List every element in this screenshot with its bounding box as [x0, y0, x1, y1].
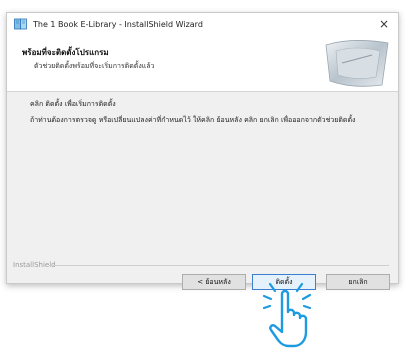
banner-subheading: ตัวช่วยติดตั้งพร้อมที่จะเริ่มการติดตั้งแ… [34, 62, 155, 70]
content-area: คลิก ติดตั้ง เพื่อเริ่มการติดตั้ง ถ้าท่า… [7, 91, 398, 241]
app-icon [14, 18, 27, 30]
header-banner: พร้อมที่จะติดตั้งโปรแกรม ตัวช่วยติดตั้งพ… [7, 35, 398, 92]
close-button[interactable]: × [370, 13, 398, 35]
instruction-text: คลิก ติดตั้ง เพื่อเริ่มการติดตั้ง [30, 100, 116, 108]
description-text: ถ้าท่านต้องการตรวจดู หรือเปลี่ยนแปลงค่าท… [30, 116, 356, 124]
banner-heading: พร้อมที่จะติดตั้งโปรแกรม [22, 48, 109, 57]
cancel-button[interactable]: ยกเลิก [326, 274, 390, 290]
back-button[interactable]: < ย้อนหลัง [182, 274, 246, 290]
footer-divider [49, 265, 389, 266]
title-bar: The 1 Book E-Library - InstallShield Wiz… [7, 13, 398, 36]
window-title: The 1 Book E-Library - InstallShield Wiz… [33, 19, 203, 29]
banner-graphic-icon [325, 40, 389, 87]
close-icon: × [378, 17, 390, 31]
hand-pointer-icon [262, 282, 312, 348]
installer-window: The 1 Book E-Library - InstallShield Wiz… [6, 12, 399, 290]
